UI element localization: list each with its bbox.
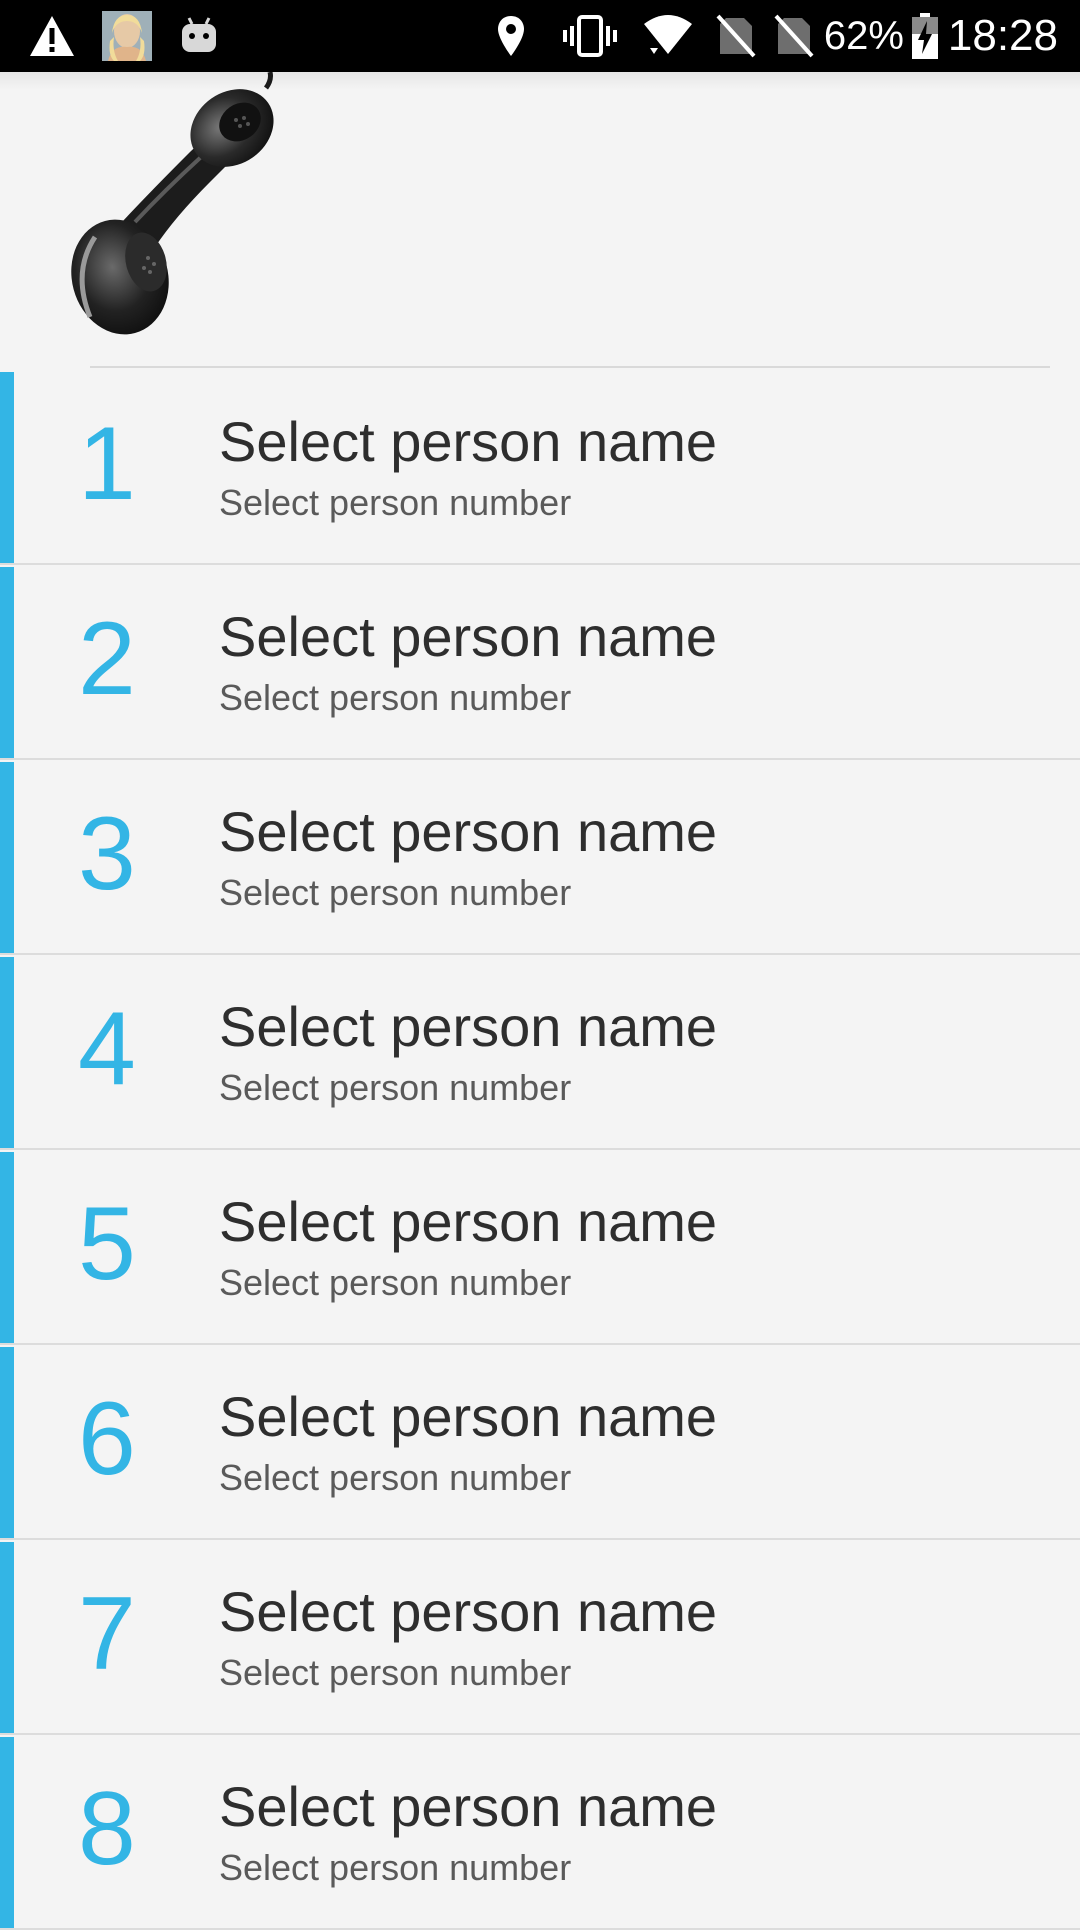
contact-index: 5 [78, 1186, 136, 1302]
avatar-thumbnail [102, 11, 152, 61]
battery-percent: 62% [823, 13, 904, 58]
contact-name: Select person name [219, 995, 718, 1058]
contact-row-5[interactable]: 5 Select person name Select person numbe… [0, 1150, 1080, 1345]
header-divider [90, 366, 1050, 368]
contact-index: 6 [78, 1381, 136, 1497]
contact-name: Select person name [219, 605, 718, 668]
contact-number: Select person number [219, 1652, 572, 1693]
contact-index: 1 [78, 406, 136, 522]
location-icon [496, 14, 526, 58]
contact-number: Select person number [219, 1262, 572, 1303]
contact-index: 7 [78, 1576, 136, 1692]
contact-row-6[interactable]: 6 Select person name Select person numbe… [0, 1345, 1080, 1540]
contact-row-2[interactable]: 2 Select person name Select person numbe… [0, 565, 1080, 760]
contact-index: 4 [78, 991, 136, 1107]
telephone-handset-icon [60, 71, 300, 346]
contact-row-8[interactable]: 8 Select person name Select person numbe… [0, 1735, 1080, 1930]
status-bar-right: 62% 18:28 [496, 11, 1058, 61]
contact-number: Select person number [219, 1457, 572, 1498]
clock: 18:28 [947, 11, 1058, 60]
no-sim-icon [774, 14, 814, 58]
no-sim-icon [716, 14, 756, 58]
contact-list: 1 Select person name Select person numbe… [0, 370, 1080, 1930]
contact-name: Select person name [219, 410, 718, 473]
contact-number: Select person number [219, 677, 572, 718]
contact-name: Select person name [219, 1385, 718, 1448]
contact-row-4[interactable]: 4 Select person name Select person numbe… [0, 955, 1080, 1150]
contact-row-3[interactable]: 3 Select person name Select person numbe… [0, 760, 1080, 955]
contact-name: Select person name [219, 1775, 718, 1838]
android-icon [180, 16, 218, 56]
status-bar-left [28, 11, 218, 61]
vibrate-icon [562, 14, 618, 58]
contact-name: Select person name [219, 800, 718, 863]
contact-index: 8 [78, 1771, 136, 1887]
contact-name: Select person name [219, 1190, 718, 1253]
status-bar: 62% 18:28 [0, 0, 1080, 72]
contact-index: 3 [78, 796, 136, 912]
battery-charging-icon [910, 12, 940, 60]
contact-row-7[interactable]: 7 Select person name Select person numbe… [0, 1540, 1080, 1735]
contact-row-1[interactable]: 1 Select person name Select person numbe… [0, 370, 1080, 565]
contact-number: Select person number [219, 1847, 572, 1888]
warning-icon [28, 14, 76, 58]
contact-number: Select person number [219, 1067, 572, 1108]
header-area [0, 71, 1080, 368]
wifi-icon [642, 14, 694, 58]
contact-index: 2 [78, 601, 136, 717]
contact-number: Select person number [219, 482, 572, 523]
contact-number: Select person number [219, 872, 572, 913]
contact-name: Select person name [219, 1580, 718, 1643]
